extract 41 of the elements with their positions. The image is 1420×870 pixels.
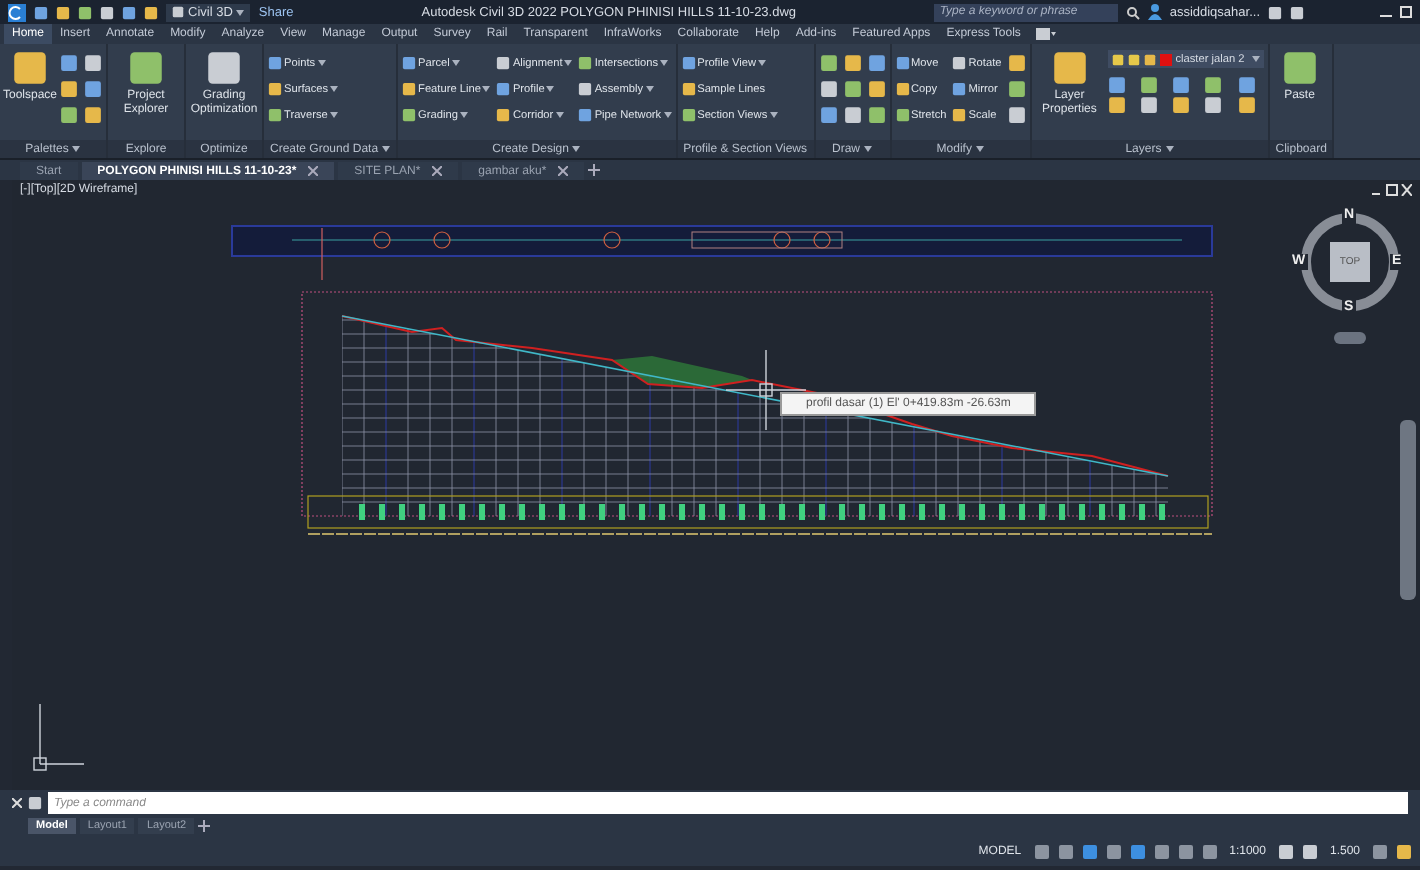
caret-icon bbox=[329, 112, 338, 118]
caret-icon bbox=[645, 86, 654, 92]
caret-icon bbox=[546, 86, 555, 92]
caret-icon bbox=[660, 60, 669, 66]
caret-icon bbox=[330, 86, 339, 92]
caret-icon bbox=[482, 86, 491, 92]
caret-icon bbox=[769, 112, 778, 118]
caret-icon bbox=[663, 112, 672, 118]
caret-icon bbox=[864, 146, 873, 152]
search-icon[interactable] bbox=[1125, 5, 1140, 19]
caret-icon bbox=[758, 60, 767, 66]
app-logo-icon[interactable] bbox=[8, 3, 26, 21]
caret-icon bbox=[317, 60, 326, 66]
close-icon[interactable] bbox=[558, 166, 569, 176]
close-icon[interactable] bbox=[12, 798, 22, 808]
tool-icon bbox=[12, 50, 48, 86]
tool-icon bbox=[128, 50, 164, 86]
caret-icon bbox=[1165, 146, 1174, 152]
close-icon[interactable] bbox=[432, 166, 443, 176]
caret-icon bbox=[459, 112, 468, 118]
caret-icon bbox=[555, 112, 564, 118]
caret-icon bbox=[975, 146, 984, 152]
caret-icon bbox=[382, 146, 391, 152]
tool-icon bbox=[206, 50, 242, 86]
wcs-menu[interactable] bbox=[1334, 332, 1366, 344]
caret-icon bbox=[1251, 56, 1260, 62]
caret-icon bbox=[564, 60, 573, 66]
viewport-window-controls-icon[interactable] bbox=[1372, 184, 1412, 196]
caret-icon bbox=[72, 146, 81, 152]
maximize-icon[interactable] bbox=[1400, 6, 1412, 18]
panel-toggle-icon[interactable] bbox=[1036, 28, 1057, 40]
caret-icon bbox=[236, 9, 245, 15]
tool-icon bbox=[1051, 50, 1088, 86]
caret-icon bbox=[572, 146, 581, 152]
tool-icon bbox=[1281, 50, 1318, 86]
new-layout-icon[interactable] bbox=[198, 820, 211, 832]
caret-icon bbox=[451, 60, 460, 66]
close-icon[interactable] bbox=[308, 166, 319, 176]
viewcube-ring-icon[interactable] bbox=[1296, 208, 1404, 316]
user-icon[interactable] bbox=[1147, 4, 1162, 20]
new-tab-icon[interactable] bbox=[588, 164, 601, 176]
